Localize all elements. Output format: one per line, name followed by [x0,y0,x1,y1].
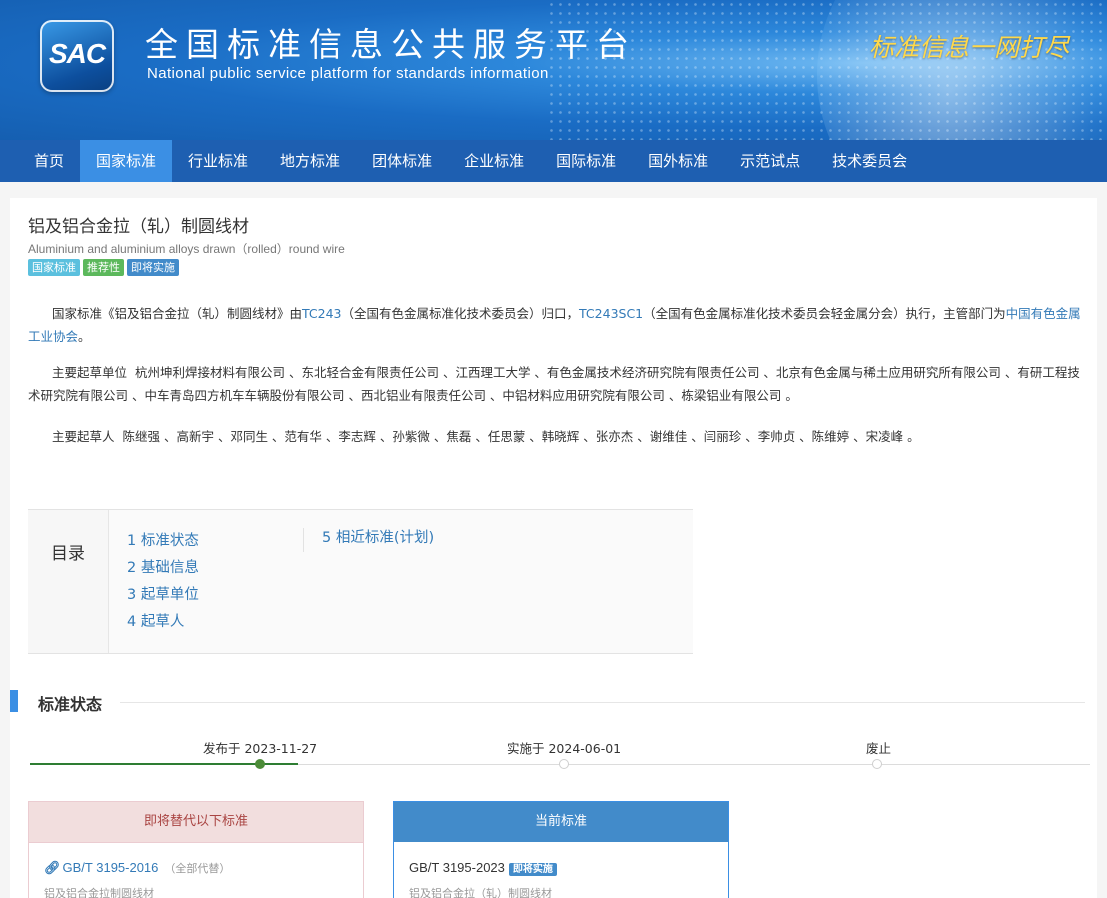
toc-link-drafting-orgs[interactable]: 3 起草单位 [127,582,199,609]
sac-logo[interactable]: SAC [40,20,114,92]
status-section-header: 标准状态 [10,686,1097,716]
drafters-list: 陈继强 、高新宇 、邓同生 、范有华 、李志辉 、孙紫微 、焦磊 、任思蒙 、韩… [122,429,920,444]
drafting-orgs-paragraph: 主要起草单位 杭州坤利焊接材料有限公司 、东北轻合金有限责任公司 、江西理工大学 … [28,361,1088,407]
intro-paragraph: 国家标准《铝及铝合金拉（轧）制圆线材》由TC243（全国有色金属标准化技术委员会… [28,302,1088,348]
nav-foreign-standards[interactable]: 国外标准 [632,140,724,182]
toc-label: 目录 [28,510,109,653]
section-divider [120,702,1085,703]
drafting-orgs-list: 杭州坤利焊接材料有限公司 、东北轻合金有限责任公司 、江西理工大学 、有色金属技… [28,365,1080,403]
main-nav: 首页 国家标准 行业标准 地方标准 团体标准 企业标准 国际标准 国外标准 示范… [0,140,1107,182]
replace-note: （全部代替） [164,862,231,875]
replaced-standard-card: 即将替代以下标准 🔗︎ GB/T 3195-2016 （全部代替） 铝及铝合金拉制圆… [28,801,364,898]
current-standard-name: 铝及铝合金拉（轧）制圆线材 [409,887,552,898]
tag-national-standard: 国家标准 [28,259,80,276]
replaced-card-header: 即将替代以下标准 [29,802,363,843]
standard-tags: 国家标准 推荐性 即将实施 [28,259,179,276]
timeline-implemented: 实施于 2024-06-01 [507,741,622,756]
toc-column: 1 标准状态 2 基础信息 3 起草单位 4 起草人 [127,528,199,636]
site-title-cn: 全国标准信息公共服务平台 [145,25,637,64]
timeline-dot-implemented [559,759,569,769]
drafting-orgs-label: 主要起草单位 [52,365,128,380]
nav-local-standards[interactable]: 地方标准 [264,140,356,182]
current-standard-card: 当前标准 GB/T 3195-2023 即将实施 铝及铝合金拉（轧）制圆线材 [393,801,729,898]
nav-enterprise-standards[interactable]: 企业标准 [448,140,540,182]
standard-title-en: Aluminium and aluminium alloys drawn（rol… [28,242,345,256]
toc-link-similar-standards[interactable]: 5 相近标准(计划) [322,528,434,548]
toc-link-basic-info[interactable]: 2 基础信息 [127,555,199,582]
site-title-en: National public service platform for sta… [147,65,549,82]
standard-title: 铝及铝合金拉（轧）制圆线材 [28,217,249,237]
site-slogan: 标准信息一网打尽 [868,33,1069,62]
replaced-standard-name: 铝及铝合金拉制圆线材 [44,887,154,898]
replaced-standard-link[interactable]: GB/T 3195-2016 [63,860,159,875]
tc243-link[interactable]: TC243 [302,306,342,321]
replaced-standard-entry: 🔗︎ GB/T 3195-2016 （全部代替） [44,860,230,876]
current-standard-code: GB/T 3195-2023 [409,860,505,875]
tag-recommended: 推荐性 [83,259,124,276]
nav-national-standards[interactable]: 国家标准 [80,140,173,182]
intro-text: 。 [78,329,91,344]
nav-home[interactable]: 首页 [18,140,80,182]
intro-text: （全国有色金属标准化技术委员会轻金属分会）执行，主管部门为 [643,306,1006,321]
drafters-label: 主要起草人 [52,429,115,444]
section-accent-bar [10,690,18,712]
drafters-paragraph: 主要起草人 陈继强 、高新宇 、邓同生 、范有华 、李志辉 、孙紫微 、焦磊 、任… [28,425,1088,448]
sac-logo-text: SAC [48,38,106,69]
nav-group-standards[interactable]: 团体标准 [356,140,448,182]
timeline-abolished: 废止 [866,741,892,756]
nav-international-standards[interactable]: 国际标准 [540,140,632,182]
toc-link-status[interactable]: 1 标准状态 [127,528,199,555]
intro-text: 国家标准《铝及铝合金拉（轧）制圆线材》由 [52,306,303,321]
tc243sc1-link[interactable]: TC243SC1 [579,306,643,321]
nav-pilot-demo[interactable]: 示范试点 [724,140,816,182]
current-standard-entry: GB/T 3195-2023 即将实施 [409,860,557,876]
standard-detail-page: 铝及铝合金拉（轧）制圆线材 Aluminium and aluminium al… [10,198,1097,898]
current-card-header: 当前标准 [394,802,728,842]
upcoming-badge: 即将实施 [508,863,557,876]
link-icon: 🔗︎ [44,860,61,875]
toc-link-drafters[interactable]: 4 起草人 [127,609,199,636]
table-of-contents: 目录 1 标准状态 2 基础信息 3 起草单位 4 起草人 5 相近标准(计划) [28,509,693,654]
tag-upcoming: 即将实施 [127,259,179,276]
nav-industry-standards[interactable]: 行业标准 [172,140,264,182]
timeline-published: 发布于 2023-11-27 [203,741,318,756]
site-banner: SAC 全国标准信息公共服务平台 National public service… [0,0,1107,140]
nav-tech-committee[interactable]: 技术委员会 [816,140,923,182]
toc-column: 5 相近标准(计划) [303,528,434,552]
banner-globe [817,0,1107,140]
intro-text: （全国有色金属标准化技术委员会）归口， [341,306,580,321]
status-section-title: 标准状态 [38,695,103,714]
timeline-dot-abolished [872,759,882,769]
timeline-dot-published [255,759,265,769]
